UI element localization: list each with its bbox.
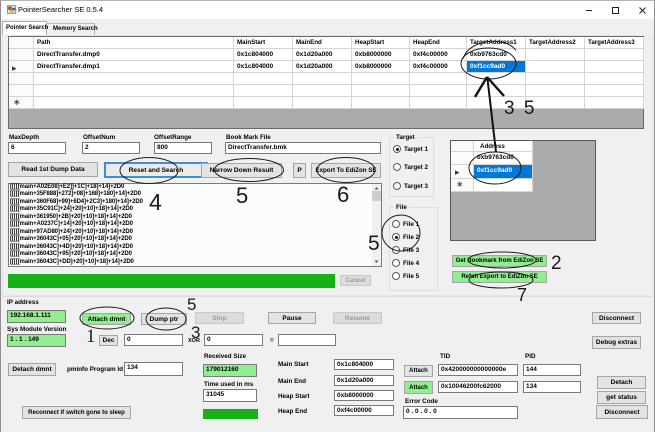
svg-text:5: 5 (236, 183, 248, 208)
svg-text:1: 1 (86, 326, 96, 347)
svg-text:3 5: 3 5 (504, 98, 536, 119)
svg-text:2: 2 (551, 253, 562, 274)
svg-text:5: 5 (368, 232, 380, 255)
svg-text:7: 7 (517, 285, 527, 305)
svg-text:6: 6 (337, 182, 349, 207)
svg-text:3: 3 (191, 323, 200, 342)
svg-text:5: 5 (187, 295, 196, 314)
svg-text:4: 4 (149, 189, 162, 215)
